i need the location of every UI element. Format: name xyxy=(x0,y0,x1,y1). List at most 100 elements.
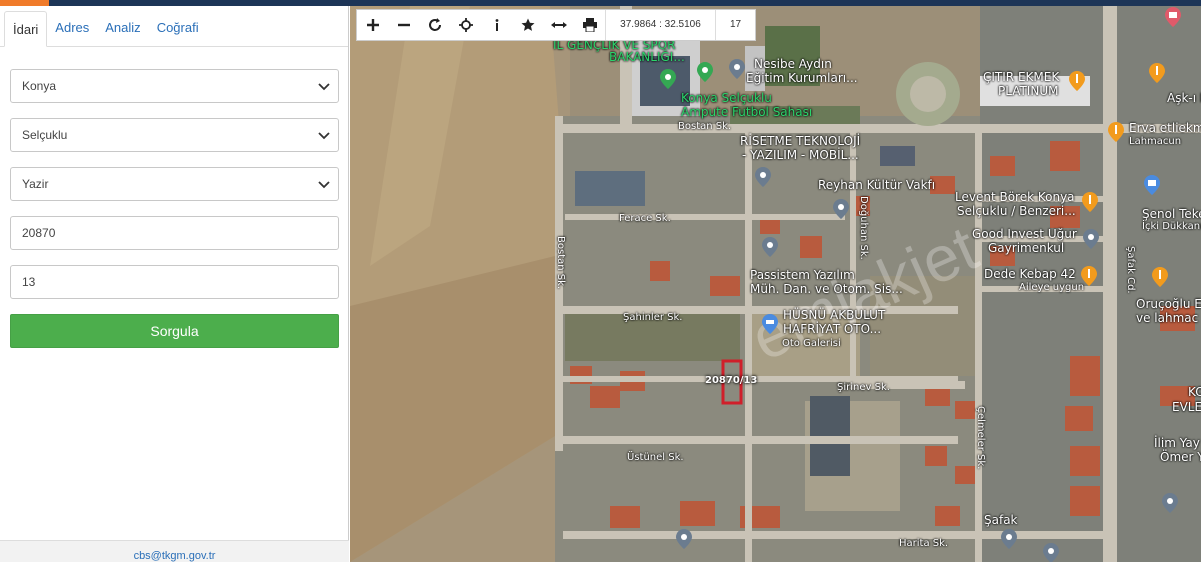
restaurant-pin-icon[interactable] xyxy=(1080,265,1098,287)
location-pin-icon[interactable] xyxy=(1042,542,1060,562)
neighborhood-value: Yazir xyxy=(22,177,49,191)
place-label: Şenol Tekel xyxy=(1142,207,1201,221)
print-button[interactable] xyxy=(574,10,605,40)
map-toolbar: 37.9864 : 32.5106 17 xyxy=(356,9,756,41)
place-label: Aileye uygun xyxy=(1019,282,1085,293)
parcel-value: 13 xyxy=(22,275,36,289)
bookmark-button[interactable] xyxy=(512,10,543,40)
query-button[interactable]: Sorgula xyxy=(10,314,339,348)
place-label: Passistem Yazılım xyxy=(750,268,855,282)
query-form: Konya Selçuklu Yazir 20870 13 Sorgula xyxy=(0,47,348,348)
block-input[interactable]: 20870 xyxy=(10,216,339,250)
location-pin-icon[interactable] xyxy=(1082,228,1100,250)
place-label: PLATINUM xyxy=(998,84,1059,98)
street-label: Çelmeler Sk. xyxy=(975,406,986,470)
place-label: ÇITIR EKMEK xyxy=(983,70,1060,84)
footer-email-link[interactable]: cbs@tkgm.gov.tr xyxy=(0,540,349,562)
hotel-pin-icon[interactable] xyxy=(1164,6,1182,28)
place-label: Good Invest Uğur xyxy=(972,227,1077,241)
place-label: Reyhan Kültür Vakfı xyxy=(818,178,936,192)
refresh-icon xyxy=(428,18,441,31)
panel-tabs: İdari Adres Analiz Coğrafi xyxy=(0,6,348,47)
place-label: RİSETME TEKNOLOJİ xyxy=(740,134,861,148)
restaurant-pin-icon[interactable] xyxy=(1151,266,1169,288)
place-label: KO xyxy=(1188,385,1201,399)
location-pin-icon[interactable] xyxy=(659,68,677,90)
parcel-label: 20870/13 xyxy=(705,375,758,386)
measure-button[interactable] xyxy=(543,10,574,40)
place-label: Oruçoğlu Et xyxy=(1136,297,1201,311)
block-value: 20870 xyxy=(22,226,56,240)
street-label: Doğuhan Sk. xyxy=(858,196,869,260)
location-pin-icon[interactable] xyxy=(696,61,714,83)
place-label: EVLE xyxy=(1172,400,1201,414)
street-label: Bostan Sk. xyxy=(678,121,732,132)
place-label: Lahmacun xyxy=(1129,136,1182,147)
location-pin-icon[interactable] xyxy=(754,166,772,188)
place-label: İçki Dükkanı xyxy=(1142,221,1201,232)
zoom-out-button[interactable] xyxy=(388,10,419,40)
crosshair-icon xyxy=(458,18,473,32)
info-icon xyxy=(495,19,498,31)
place-label: - YAZILIM - MOBİL... xyxy=(742,148,859,162)
parcel-input[interactable]: 13 xyxy=(10,265,339,299)
location-pin-icon[interactable] xyxy=(761,236,779,258)
locate-button[interactable] xyxy=(450,10,481,40)
place-label: Selçuklu / Benzeri... xyxy=(957,204,1076,218)
street-label: Bostan Sk. xyxy=(555,236,566,290)
place-label: Nesibe Aydın xyxy=(754,57,832,71)
tab-idari[interactable]: İdari xyxy=(4,11,48,47)
place-label: BAKANLIĞI... xyxy=(609,50,685,64)
query-panel: İdari Adres Analiz Coğrafi Konya Selçukl… xyxy=(0,6,349,562)
district-select[interactable]: Selçuklu xyxy=(10,118,339,152)
province-select[interactable]: Konya xyxy=(10,69,339,103)
restaurant-pin-icon[interactable] xyxy=(1148,62,1166,84)
tab-cografi[interactable]: Coğrafi xyxy=(149,10,207,46)
coordinate-readout: 37.9864 : 32.5106 xyxy=(605,10,715,40)
place-label: ve lahmac xyxy=(1136,311,1199,325)
school-pin-icon[interactable] xyxy=(1161,492,1179,514)
car-dealer-pin-icon[interactable] xyxy=(761,313,779,335)
neighborhood-select[interactable]: Yazir xyxy=(10,167,339,201)
place-label: HÜSNÜ AKBULUT xyxy=(783,308,886,322)
tab-adres[interactable]: Adres xyxy=(47,10,97,46)
school-pin-icon[interactable] xyxy=(728,58,746,80)
chevron-down-icon xyxy=(318,83,330,91)
place-label: Oto Galerisi xyxy=(782,338,841,349)
location-pin-icon[interactable] xyxy=(832,198,850,220)
info-button[interactable] xyxy=(481,10,512,40)
print-icon xyxy=(582,18,597,32)
shop-pin-icon[interactable] xyxy=(1143,174,1161,196)
restaurant-pin-icon[interactable] xyxy=(1107,121,1125,143)
restaurant-pin-icon[interactable] xyxy=(1068,70,1086,92)
place-label: Aşk-ı Dem xyxy=(1167,91,1201,105)
district-value: Selçuklu xyxy=(22,128,68,142)
satellite-map[interactable]: emlakjet İL GENÇLİK VE SPOR BAKANLIĞI...… xyxy=(350,6,1201,562)
street-label: Harita Sk. xyxy=(899,538,949,549)
street-label: Üstünel Sk. xyxy=(627,452,684,463)
place-label: HAFRİYAT OTO... xyxy=(783,322,882,336)
chevron-down-icon xyxy=(318,181,330,189)
street-label: Şafak xyxy=(984,513,1018,527)
location-pin-icon[interactable] xyxy=(675,528,693,550)
tab-analiz[interactable]: Analiz xyxy=(97,10,148,46)
plus-icon xyxy=(366,19,379,31)
measure-icon xyxy=(550,22,567,28)
place-label: Eğitim Kurumları... xyxy=(746,71,858,85)
street-label: Ferace Sk. xyxy=(619,213,671,224)
chevron-down-icon xyxy=(318,132,330,140)
location-pin-icon[interactable] xyxy=(1000,528,1018,550)
zoom-level-readout: 17 xyxy=(715,10,755,40)
place-label: Ampute Futbol Sahası xyxy=(681,105,813,119)
street-label: Şahinler Sk. xyxy=(623,312,683,323)
place-label: Ömer Ya xyxy=(1160,450,1201,464)
place-label: Dede Kebap 42 xyxy=(984,267,1076,281)
minus-icon xyxy=(397,23,410,27)
place-label: İlim Yay xyxy=(1154,436,1200,450)
zoom-in-button[interactable] xyxy=(357,10,388,40)
refresh-button[interactable] xyxy=(419,10,450,40)
place-label: Levent Börek Konya xyxy=(955,190,1075,204)
restaurant-pin-icon[interactable] xyxy=(1081,191,1099,213)
place-label: Erva etliekm xyxy=(1129,121,1201,135)
street-label: Şafak Cd. xyxy=(1125,246,1136,294)
